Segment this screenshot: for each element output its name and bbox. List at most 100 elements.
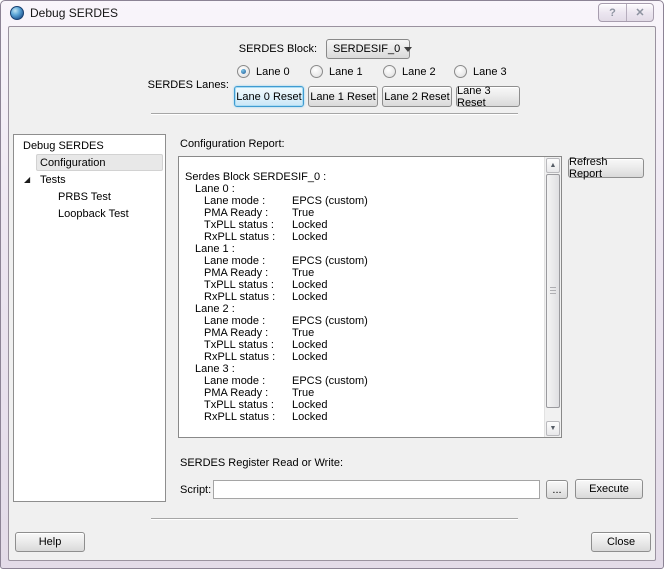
report-line: TxPLL status : Locked	[185, 279, 544, 291]
report-line-value: Locked	[292, 411, 327, 423]
close-titlebar-button[interactable]: ✕	[626, 4, 653, 21]
lane-radio-label: Lane 0	[256, 66, 290, 78]
scroll-down-icon[interactable]: ▼	[546, 421, 560, 436]
close-button[interactable]: Close	[591, 532, 651, 552]
report-line-text: RxPLL status :	[204, 411, 275, 423]
report-line: RxPLL status : Locked	[185, 411, 544, 423]
report-line-value: True	[292, 207, 314, 219]
report-line-text: PMA Ready :	[204, 327, 268, 339]
separator-bottom	[151, 518, 518, 520]
app-icon	[10, 6, 24, 20]
serdes-block-label: SERDES Block:	[239, 43, 317, 55]
report-line: TxPLL status : Locked	[185, 339, 544, 351]
scrollbar-thumb[interactable]	[546, 174, 560, 408]
report-line-text: Lane mode :	[204, 315, 265, 327]
serdes-block-selected-value: SERDESIF_0	[333, 43, 400, 55]
lane-radio-1[interactable]: Lane 1	[310, 64, 363, 79]
caption-buttons: ? ✕	[598, 3, 654, 22]
lane-0-reset-button[interactable]: Lane 0 Reset	[234, 86, 304, 107]
report-line-text: Lane 3 :	[195, 363, 235, 375]
report-line-text: TxPLL status :	[204, 339, 274, 351]
window-title: Debug SERDES	[30, 6, 118, 20]
lane-1-reset-button[interactable]: Lane 1 Reset	[308, 86, 378, 107]
browse-script-button[interactable]: ...	[546, 480, 568, 499]
report-line: Lane mode : EPCS (custom)	[185, 255, 544, 267]
dialog-client-area: SERDES Block: SERDESIF_0 SERDES Lanes: L…	[8, 26, 656, 561]
report-line: PMA Ready : True	[185, 267, 544, 279]
report-line: PMA Ready : True	[185, 327, 544, 339]
register-section-label: SERDES Register Read or Write:	[180, 457, 343, 469]
report-line-text: PMA Ready :	[204, 267, 268, 279]
debug-serdes-dialog: Debug SERDES ? ✕ SERDES Block: SERDESIF_…	[0, 0, 664, 569]
report-line: Lane mode : EPCS (custom)	[185, 195, 544, 207]
configuration-report-text: Serdes Block SERDESIF_0 :Lane 0 :Lane mo…	[179, 157, 544, 437]
report-line-value: True	[292, 327, 314, 339]
script-input[interactable]	[213, 480, 540, 499]
configuration-report-label: Configuration Report:	[180, 138, 285, 150]
report-line-text: RxPLL status :	[204, 231, 275, 243]
lane-radio-2[interactable]: Lane 2	[383, 64, 436, 79]
scroll-up-icon[interactable]: ▲	[546, 158, 560, 173]
report-line-value: Locked	[292, 291, 327, 303]
report-line: RxPLL status : Locked	[185, 231, 544, 243]
report-line: RxPLL status :Locked	[185, 291, 544, 303]
lane-3-reset-button[interactable]: Lane 3 Reset	[456, 86, 520, 107]
chevron-down-icon	[404, 47, 412, 52]
tree-item-label: PRBS Test	[14, 191, 111, 203]
tree-item-tests[interactable]: ◢Tests	[14, 171, 165, 188]
report-line-value: Locked	[292, 279, 327, 291]
tree-item-loopback-test[interactable]: Loopback Test	[14, 205, 165, 222]
report-line: RxPLL status :Locked	[185, 351, 544, 363]
tree-root-item[interactable]: Debug SERDES	[14, 137, 165, 154]
report-line: TxPLL status : Locked	[185, 219, 544, 231]
tree-item-prbs-test[interactable]: PRBS Test	[14, 188, 165, 205]
report-line-text: PMA Ready :	[204, 207, 268, 219]
help-titlebar-button[interactable]: ?	[599, 4, 626, 21]
report-line-value: EPCS (custom)	[292, 195, 368, 207]
refresh-report-button[interactable]: Refresh Report	[568, 158, 644, 178]
radio-icon	[383, 65, 396, 78]
report-line-text: Lane mode :	[204, 255, 265, 267]
report-line: PMA Ready : True	[185, 207, 544, 219]
report-line: Lane mode :EPCS (custom)	[185, 315, 544, 327]
report-line-value: Locked	[292, 339, 327, 351]
lane-radio-label: Lane 2	[402, 66, 436, 78]
lane-radio-0[interactable]: Lane 0	[237, 64, 290, 79]
report-line-value: Locked	[292, 231, 327, 243]
lane-radio-3[interactable]: Lane 3	[454, 64, 507, 79]
tree-item-configuration[interactable]: Configuration	[14, 154, 165, 171]
execute-button[interactable]: Execute	[575, 479, 643, 499]
help-button[interactable]: Help	[15, 532, 85, 552]
report-line-text: TxPLL status :	[204, 219, 274, 231]
debug-nav-tree: Debug SERDES Configuration ◢Tests PRBS Test…	[13, 134, 166, 502]
report-line-value: EPCS (custom)	[292, 255, 368, 267]
report-line: Lane 1 :	[185, 243, 544, 255]
report-line-text: Lane mode :	[204, 195, 265, 207]
report-line-text: RxPLL status :	[204, 351, 275, 363]
radio-icon	[237, 65, 250, 78]
lane-2-reset-button[interactable]: Lane 2 Reset	[382, 86, 452, 107]
report-line: Serdes Block SERDESIF_0 :	[185, 171, 544, 183]
report-line: TxPLL status :Locked	[185, 399, 544, 411]
report-line-text: Lane 0 :	[195, 183, 235, 195]
script-label: Script:	[180, 484, 211, 496]
serdes-block-dropdown[interactable]: SERDESIF_0	[326, 39, 410, 59]
configuration-report-textarea[interactable]: Serdes Block SERDESIF_0 :Lane 0 :Lane mo…	[178, 156, 562, 438]
tree-item-label: Loopback Test	[14, 208, 129, 220]
titlebar[interactable]: Debug SERDES ? ✕	[1, 1, 663, 26]
report-line-text: TxPLL status :	[204, 279, 274, 291]
report-line-value: True	[292, 267, 314, 279]
report-line-text: PMA Ready :	[204, 387, 268, 399]
serdes-lanes-label: SERDES Lanes:	[148, 79, 229, 91]
report-line: Lane 0 :	[185, 183, 544, 195]
radio-icon	[454, 65, 467, 78]
report-line: PMA Ready :True	[185, 387, 544, 399]
report-line: Lane mode :EPCS (custom)	[185, 375, 544, 387]
vertical-scrollbar[interactable]: ▲ ▼	[544, 157, 561, 437]
tree-item-label: Tests	[14, 174, 66, 186]
report-line-value: Locked	[292, 219, 327, 231]
tree-item-label: Configuration	[14, 157, 105, 169]
tree-root-label: Debug SERDES	[23, 140, 104, 152]
report-line-text: Serdes Block SERDESIF_0 :	[185, 171, 326, 183]
report-line: Lane 3 :	[185, 363, 544, 375]
